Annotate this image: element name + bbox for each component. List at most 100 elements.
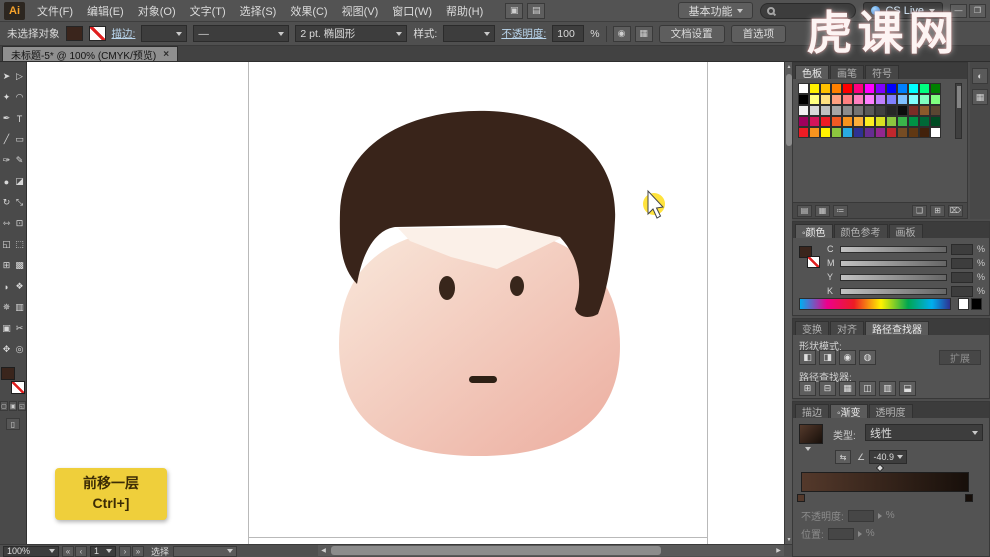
swatch-1-11[interactable] bbox=[919, 94, 930, 105]
swatch-4-4[interactable] bbox=[842, 127, 853, 138]
gradient-midpoint-diamond[interactable] bbox=[876, 464, 884, 472]
recolor-artwork-icon[interactable]: ▦ bbox=[635, 26, 653, 42]
white-swatch[interactable] bbox=[958, 298, 969, 310]
gradient-angle-input[interactable]: -40.9 bbox=[869, 450, 907, 464]
swatch-0-3[interactable] bbox=[831, 83, 842, 94]
gradient-tab-2[interactable]: 透明度 bbox=[869, 404, 913, 418]
select-similar-icon[interactable]: ◉ bbox=[613, 26, 631, 42]
scale-tool[interactable]: ⤡ bbox=[13, 192, 26, 213]
swatch-1-8[interactable] bbox=[886, 94, 897, 105]
swatch-4-10[interactable] bbox=[908, 127, 919, 138]
swatch-1-3[interactable] bbox=[831, 94, 842, 105]
swatch-4-1[interactable] bbox=[809, 127, 820, 138]
opacity-input[interactable]: 100 bbox=[552, 25, 584, 42]
gradient-type-combo[interactable]: 线性 bbox=[865, 424, 983, 441]
reverse-gradient-icon[interactable]: ⇆ bbox=[835, 450, 851, 464]
swatch-0-4[interactable] bbox=[842, 83, 853, 94]
zoom-level-combo[interactable]: 100% bbox=[3, 546, 59, 557]
preferences-button[interactable]: 首选项 bbox=[731, 25, 787, 43]
swatch-2-5[interactable] bbox=[853, 105, 864, 116]
canvas[interactable]: 前移一层 Ctrl+] bbox=[27, 62, 784, 544]
crop-icon[interactable]: ◫ bbox=[859, 381, 876, 396]
unite-icon[interactable]: ◧ bbox=[799, 350, 816, 365]
brush-definition-combo[interactable]: 2 pt. 椭圆形 bbox=[295, 25, 407, 42]
swatch-2-7[interactable] bbox=[875, 105, 886, 116]
swatch-1-0[interactable] bbox=[798, 94, 809, 105]
gradient-tool[interactable]: ▩ bbox=[13, 255, 26, 276]
swatch-0-5[interactable] bbox=[853, 83, 864, 94]
close-icon[interactable]: × bbox=[163, 49, 169, 60]
k-value-input[interactable] bbox=[951, 286, 973, 297]
menu-item-3[interactable]: 文字(T) bbox=[183, 1, 233, 21]
pencil-tool[interactable]: ✎ bbox=[13, 150, 26, 171]
vertical-scrollbar[interactable]: ▲ ▼ bbox=[784, 62, 792, 544]
artboard-number-combo[interactable]: 1 bbox=[90, 546, 116, 557]
swatch-3-5[interactable] bbox=[853, 116, 864, 127]
type-tool[interactable]: T bbox=[13, 108, 26, 129]
m-value-input[interactable] bbox=[951, 258, 973, 269]
draw-normal-mode-icon[interactable]: ▢ bbox=[0, 401, 8, 411]
gradient-slider[interactable] bbox=[801, 472, 969, 492]
swatch-0-12[interactable] bbox=[930, 83, 941, 94]
swatch-0-7[interactable] bbox=[875, 83, 886, 94]
opacity-label[interactable]: 不透明度: bbox=[501, 26, 546, 41]
trim-icon[interactable]: ⊟ bbox=[819, 381, 836, 396]
line-segment-tool[interactable]: ╱ bbox=[0, 129, 13, 150]
gradient-tab-0[interactable]: 描边 bbox=[795, 404, 829, 418]
swatch-options-icon[interactable]: ≔ bbox=[833, 205, 848, 217]
swatch-0-8[interactable] bbox=[886, 83, 897, 94]
swatch-4-2[interactable] bbox=[820, 127, 831, 138]
outline-icon[interactable]: ▥ bbox=[879, 381, 896, 396]
document-tab[interactable]: 未标题-5* @ 100% (CMYK/预览) × bbox=[2, 46, 178, 61]
minus-front-icon[interactable]: ◨ bbox=[819, 350, 836, 365]
gradient-opacity-input[interactable] bbox=[848, 510, 874, 522]
shape-builder-tool[interactable]: ◱ bbox=[0, 234, 13, 255]
swatch-1-6[interactable] bbox=[864, 94, 875, 105]
swatch-1-5[interactable] bbox=[853, 94, 864, 105]
swatch-scroll-thumb[interactable] bbox=[957, 86, 961, 108]
selection-tool[interactable]: ➤ bbox=[0, 66, 13, 87]
new-swatch-icon[interactable]: ⊞ bbox=[930, 205, 945, 217]
hand-tool[interactable]: ✥ bbox=[0, 339, 13, 360]
swatch-3-10[interactable] bbox=[908, 116, 919, 127]
status-display-combo[interactable]: 选择 bbox=[151, 545, 237, 557]
rectangle-tool[interactable]: ▭ bbox=[13, 129, 26, 150]
rotate-tool[interactable]: ↻ bbox=[0, 192, 13, 213]
width-profile-combo[interactable]: — bbox=[193, 25, 289, 42]
swatch-1-12[interactable] bbox=[930, 94, 941, 105]
swatches-tab-0[interactable]: 色板 bbox=[795, 65, 829, 79]
stroke-weight-combo[interactable] bbox=[141, 25, 187, 42]
swatch-3-8[interactable] bbox=[886, 116, 897, 127]
swatch-3-11[interactable] bbox=[919, 116, 930, 127]
swatch-1-10[interactable] bbox=[908, 94, 919, 105]
swatches-tab-2[interactable]: 符号 bbox=[865, 65, 899, 79]
swatch-1-7[interactable] bbox=[875, 94, 886, 105]
swatch-2-2[interactable] bbox=[820, 105, 831, 116]
direct-selection-tool[interactable]: ▷ bbox=[13, 66, 26, 87]
intersect-icon[interactable]: ◉ bbox=[839, 350, 856, 365]
navigator-panel-icon[interactable]: ◐ bbox=[972, 68, 988, 84]
swatch-0-11[interactable] bbox=[919, 83, 930, 94]
chevron-down-icon[interactable] bbox=[805, 447, 811, 451]
restore-window-icon[interactable]: ❐ bbox=[969, 4, 986, 18]
swatch-1-1[interactable] bbox=[809, 94, 820, 105]
menu-item-2[interactable]: 对象(O) bbox=[131, 1, 183, 21]
right-eye-shape[interactable] bbox=[510, 276, 524, 296]
k-slider-track[interactable] bbox=[840, 288, 947, 295]
swatch-2-6[interactable] bbox=[864, 105, 875, 116]
gradient-thumbnail[interactable] bbox=[799, 424, 823, 444]
swatch-2-8[interactable] bbox=[886, 105, 897, 116]
status-display-field[interactable] bbox=[173, 546, 237, 557]
fill-color-proxy[interactable] bbox=[1, 367, 15, 380]
swatch-4-0[interactable] bbox=[798, 127, 809, 138]
swatch-scrollbar[interactable] bbox=[955, 83, 962, 139]
cmyk-spectrum-bar[interactable] bbox=[799, 298, 951, 310]
screen-mode-icon[interactable]: ▯ bbox=[6, 418, 20, 430]
swatch-0-6[interactable] bbox=[864, 83, 875, 94]
search-box[interactable] bbox=[760, 3, 856, 19]
swatch-3-2[interactable] bbox=[820, 116, 831, 127]
menu-item-4[interactable]: 选择(S) bbox=[233, 1, 284, 21]
new-color-group-icon[interactable]: ❑ bbox=[912, 205, 927, 217]
free-transform-tool[interactable]: ⊡ bbox=[13, 213, 26, 234]
last-page-icon[interactable]: » bbox=[132, 546, 144, 557]
